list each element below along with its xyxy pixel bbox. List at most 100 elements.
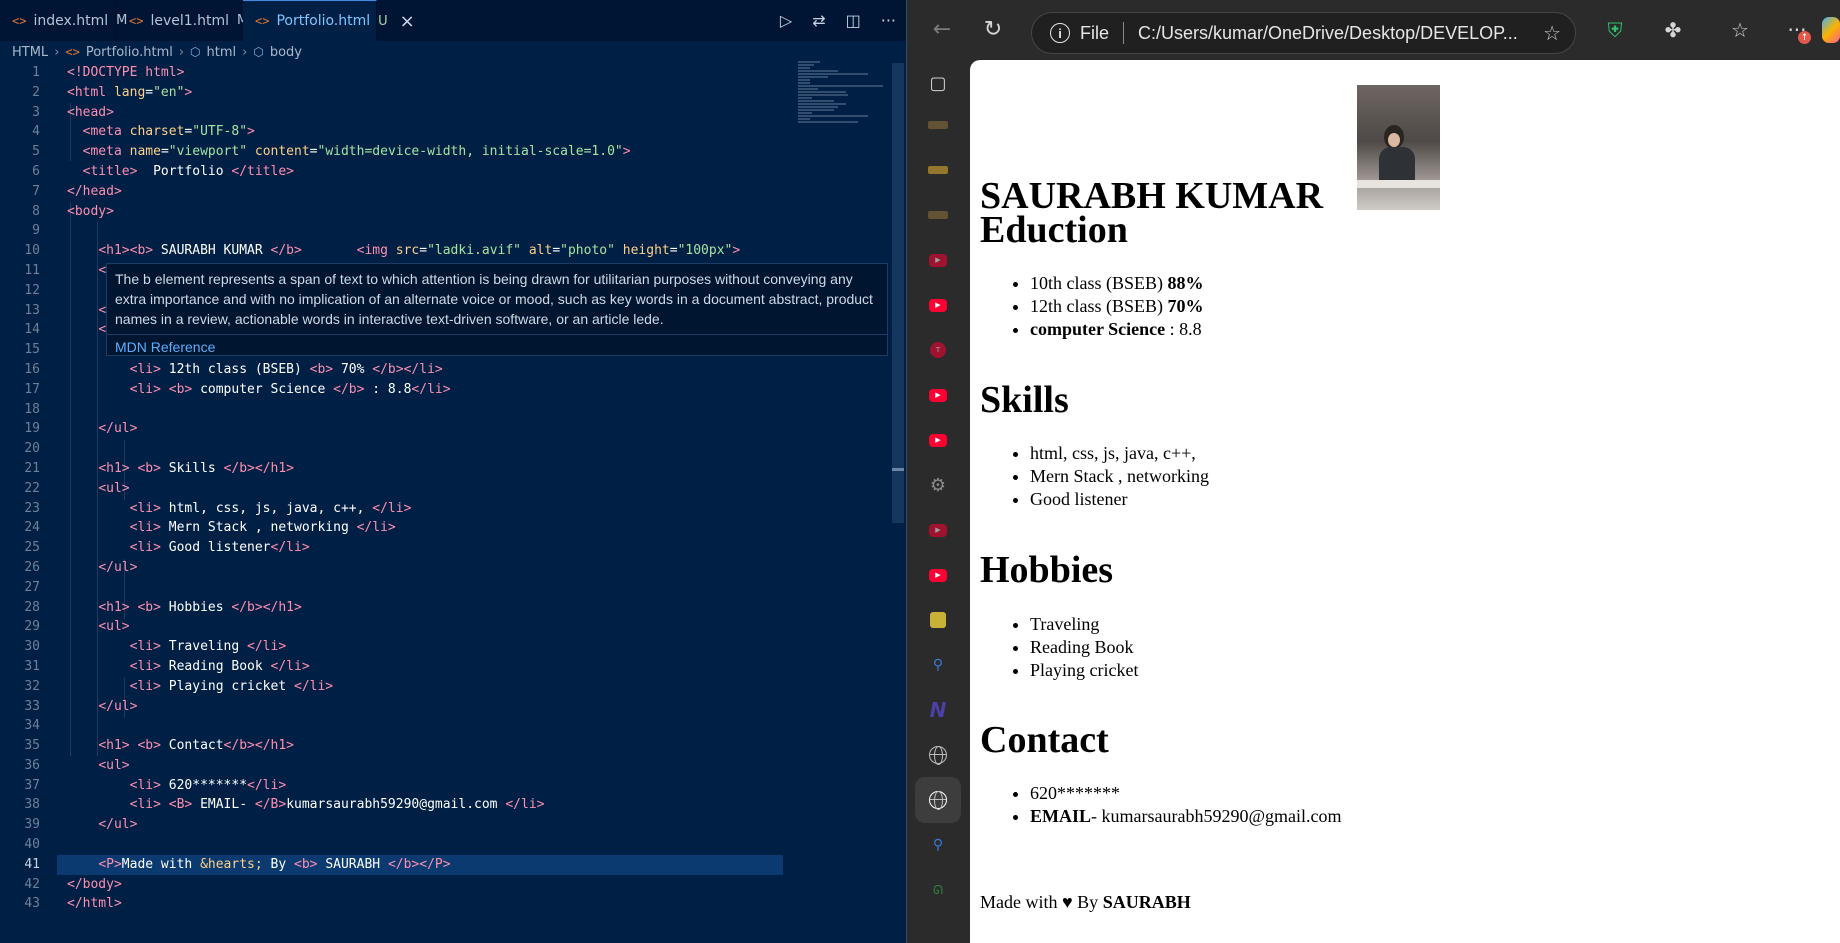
address-url[interactable]: C:/Users/kumar/OneDrive/Desktop/DEVELOP.… [1138, 23, 1538, 44]
line-number: 21 [24, 460, 40, 476]
tooltip-description: The b element represents a span of text … [115, 271, 873, 327]
code-line: <li> <b> computer Science </b> : 8.8</li… [129, 381, 451, 397]
mdn-reference-link[interactable]: MDN Reference [115, 339, 879, 355]
code-line: <!DOCTYPE html> [67, 65, 185, 80]
code-line: </ul> [98, 817, 138, 833]
code-line: <li> Mern Stack , networking </li> [129, 520, 396, 536]
search-tab-icon[interactable]: ⚲ [923, 830, 953, 860]
sidebar-tab-favicon[interactable]: ᘏ [923, 875, 953, 905]
sidebar-tab-favicon[interactable] [923, 200, 953, 230]
sidebar-tab-favicon[interactable]: N [923, 695, 953, 725]
settings-tab-icon[interactable]: ⚙ [923, 470, 953, 500]
favorite-star-icon[interactable]: ☆ [1543, 21, 1561, 46]
line-number: 39 [24, 817, 40, 833]
line-number: 8 [32, 203, 40, 219]
info-icon[interactable]: i [1050, 23, 1070, 43]
section-heading-hobbies: Hobbies [980, 549, 1114, 591]
line-number-gutter: 1 2 3 4 5 6 7 8 9 10 11 12 13 14 15 16 17 18 19 20 21 22 23 24 2… [0, 63, 48, 914]
code-line: <li> Reading Book </li> [129, 658, 310, 674]
youtube-tab-icon[interactable]: ▶ [923, 560, 953, 590]
hover-tooltip: The b element represents a span of text … [106, 263, 888, 356]
line-number: 2 [32, 84, 40, 100]
section-heading-education: Eduction [980, 209, 1128, 251]
youtube-tab-icon[interactable]: ▶ [923, 425, 953, 455]
code-line: <li> Playing cricket </li> [129, 678, 334, 694]
more-menu-icon[interactable]: ··· ↑ [1784, 17, 1811, 44]
vscode-editor: <> index.html M <> level1.html M <> Port… [0, 0, 906, 943]
extensions-puzzle-icon[interactable]: ✤ [1660, 17, 1686, 43]
tab-level1-html[interactable]: <> level1.html M [117, 0, 248, 41]
back-icon[interactable]: ← [927, 14, 957, 44]
code-line: <meta name="viewport" content="width=dev… [82, 144, 631, 160]
code-line: <h1><b> SAURABH KUMAR </b> <img src="lad… [98, 243, 741, 259]
address-bar[interactable]: i File C:/Users/kumar/OneDrive/Desktop/D… [1031, 12, 1576, 54]
code-line: <li> Traveling </li> [129, 639, 287, 655]
line-number: 4 [32, 124, 40, 140]
code-line: <head> [67, 104, 114, 120]
editor-scrollbar[interactable] [892, 63, 904, 523]
code-line: </body> [67, 876, 122, 892]
sidebar-tab-favicon[interactable] [923, 110, 953, 140]
more-actions-icon[interactable]: ··· [881, 11, 896, 30]
minimap[interactable] [798, 60, 890, 150]
copilot-icon[interactable] [1822, 17, 1840, 43]
line-number: 29 [24, 619, 40, 635]
tab-portfolio-html[interactable]: <> Portfolio.html U × [243, 0, 415, 41]
run-icon[interactable]: ▷ [780, 11, 792, 30]
breadcrumb-item[interactable]: html [207, 45, 237, 60]
split-editor-icon[interactable]: ◫ [846, 11, 861, 30]
line-number: 27 [24, 579, 40, 595]
line-number: 42 [24, 876, 40, 892]
tab-index-html[interactable]: <> index.html M [0, 0, 127, 41]
reload-icon[interactable]: ↻ [978, 14, 1008, 44]
line-number: 14 [24, 322, 40, 338]
sidebar-tab-favicon[interactable] [923, 605, 953, 635]
sidebar-tab-favicon[interactable]: T [923, 335, 953, 365]
portfolio-page: SAURABH KUMAR Eduction 10th class (BSEB)… [970, 60, 1840, 943]
youtube-tab-icon[interactable]: ▶ [923, 380, 953, 410]
youtube-tab-icon[interactable]: ▶ [923, 290, 953, 320]
breadcrumb: HTML › <> Portfolio.html › ⬡ html › ⬡ bo… [12, 41, 302, 63]
line-number: 40 [24, 837, 40, 853]
compare-changes-icon[interactable]: ⇄ [812, 11, 825, 30]
youtube-tab-icon[interactable]: ▶ [923, 515, 953, 545]
globe-icon[interactable] [915, 777, 961, 823]
line-number: 31 [24, 658, 40, 674]
edge-browser: ← ↻ i File C:/Users/kumar/OneDrive/Deskt… [907, 0, 1840, 943]
list-item: Mern Stack , networking [1030, 465, 1209, 488]
vertical-tabs-sidebar: ▢ ▶ ▶ T ▶ ▶ ⚙ ▶ ▶ ⚲ N ⚲ ᘏ [907, 60, 970, 943]
breadcrumb-item[interactable]: Portfolio.html [86, 45, 173, 60]
list-item: Traveling [1030, 613, 1138, 636]
close-icon[interactable]: × [400, 11, 415, 32]
heart-icon: ♥ [1061, 892, 1073, 912]
sidebar-tab-favicon[interactable] [923, 155, 953, 185]
shield-extension-icon[interactable]: ⛨ [1602, 17, 1628, 43]
list-item: Good listener [1030, 488, 1209, 511]
search-tab-icon[interactable]: ⚲ [923, 650, 953, 680]
tab-actions-icon[interactable]: ▢ [923, 68, 953, 98]
list-item: Reading Book [1030, 636, 1138, 659]
favorites-icon[interactable]: ☆ [1727, 17, 1753, 43]
line-number: 43 [24, 896, 40, 912]
code-editor[interactable]: <!DOCTYPE html> <html lang="en"> <head> … [57, 63, 897, 914]
element-icon: ⬡ [190, 45, 201, 59]
youtube-tab-icon[interactable]: ▶ [923, 245, 953, 275]
line-number: 3 [32, 104, 40, 120]
line-number: 26 [24, 559, 40, 575]
hobbies-list: Traveling Reading Book Playing cricket [1030, 613, 1138, 682]
editor-actions: ▷ ⇄ ◫ ··· [780, 0, 896, 41]
code-line: <h1> <b> Contact</b></h1> [98, 738, 295, 754]
breadcrumb-item[interactable]: body [270, 45, 302, 60]
line-number: 6 [32, 163, 40, 179]
breadcrumb-item[interactable]: HTML [12, 45, 48, 60]
line-number: 34 [24, 718, 40, 734]
page-footer: Made with ♥ By SAURABH [980, 892, 1191, 912]
editor-tab-bar: <> index.html M <> level1.html M <> Port… [0, 0, 906, 41]
globe-icon[interactable] [923, 740, 953, 770]
html-file-icon: <> [129, 13, 144, 28]
section-heading-contact: Contact [980, 719, 1109, 761]
element-icon: ⬡ [253, 45, 264, 59]
